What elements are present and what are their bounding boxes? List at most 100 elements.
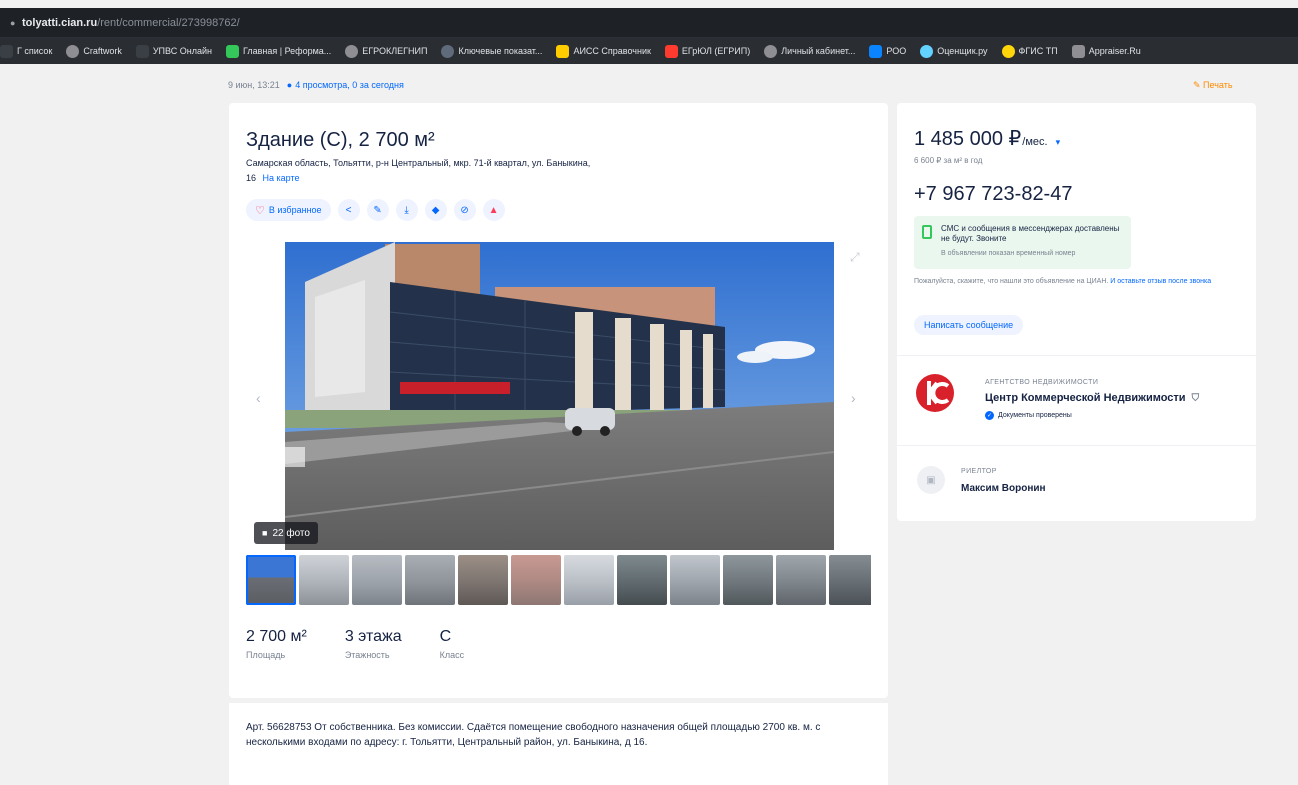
- pin-icon: ◆: [431, 204, 440, 216]
- photo-thumbnail[interactable]: [511, 555, 561, 605]
- sms-notice-subtext: В объявлении показан временный номер: [941, 250, 1076, 257]
- main-photo[interactable]: [285, 242, 834, 550]
- divider: [897, 445, 1256, 446]
- photo-thumbnail[interactable]: [776, 555, 826, 605]
- prev-photo-icon[interactable]: ‹: [256, 390, 261, 406]
- expand-icon[interactable]: ⤢: [850, 250, 860, 265]
- views-link[interactable]: 4 просмотра, 0 за сегодня: [295, 80, 404, 90]
- agency-logo[interactable]: [915, 373, 955, 413]
- bookmark-icon: [135, 44, 149, 58]
- edit-icon: ✎: [373, 204, 382, 216]
- bookmark-item[interactable]: ЕГрЮЛ (ЕГРИП): [664, 44, 750, 58]
- bookmark-icon: [441, 44, 455, 58]
- bookmark-item[interactable]: ФГИС ТП: [1001, 44, 1058, 58]
- fact-value: 3 этажа: [344, 628, 402, 645]
- fact-label: Этажность: [344, 650, 390, 660]
- bookmark-icon: [664, 44, 678, 58]
- report-icon: ▲: [488, 204, 499, 216]
- share-button[interactable]: <: [337, 199, 360, 221]
- bookmark-item[interactable]: Г список: [0, 44, 52, 58]
- url-path: /rent/commercial/273998762/: [97, 17, 240, 29]
- camera-icon: ■: [262, 528, 268, 538]
- write-message-button[interactable]: Написать сообщение: [914, 315, 1024, 335]
- bookmark-item[interactable]: Appraiser.Ru: [1071, 44, 1141, 58]
- browser-toolbar: ● tolyatti.cian.ru /rent/commercial/2739…: [0, 8, 1298, 38]
- url-host: tolyatti.cian.ru: [22, 17, 98, 29]
- bookmark-icon: [1001, 44, 1015, 58]
- bookmark-icon: [1071, 44, 1085, 58]
- listing-actions: ♡ В избранное < ✎ ⤓ ◆ ⊘ ▲: [246, 199, 505, 221]
- photo-thumbnail[interactable]: [352, 555, 402, 605]
- photo-thumbnail[interactable]: [670, 555, 720, 605]
- photo-thumbnail[interactable]: [299, 555, 349, 605]
- edit-button[interactable]: ✎: [366, 199, 389, 221]
- realtor-name[interactable]: Максим Воронин: [961, 483, 1046, 494]
- bookmark-item[interactable]: Личный кабинет...: [764, 44, 855, 58]
- bookmark-icon: [920, 44, 934, 58]
- address-house-line: 16 На карте: [246, 173, 300, 183]
- contact-card: 1 485 000 ₽ /мес. ▾ 6 600 ₽ за м² в год …: [897, 103, 1256, 521]
- photo-thumbnail[interactable]: [405, 555, 455, 605]
- fact-label: Площадь: [246, 650, 286, 660]
- print-link[interactable]: ✎ Печать: [1193, 80, 1233, 91]
- bookmark-item[interactable]: Главная | Реформа...: [225, 44, 331, 58]
- published-date: 9 июн, 13:21: [228, 80, 280, 90]
- bookmark-icon: [869, 44, 883, 58]
- fact-label: Класс: [439, 650, 465, 660]
- agency-name[interactable]: Центр Коммерческой Недвижимости ⛉: [985, 392, 1199, 404]
- shield-icon: ⛉: [1191, 393, 1200, 404]
- hide-button[interactable]: ⊘: [453, 199, 476, 221]
- download-icon: ⤓: [404, 204, 409, 216]
- check-icon: ✓: [985, 411, 994, 420]
- download-button[interactable]: ⤓: [395, 199, 418, 221]
- bookmark-item[interactable]: РОО: [869, 44, 906, 58]
- fact-area: 2 700 м² Площадь: [246, 628, 307, 660]
- favorite-button[interactable]: ♡ В избранное: [246, 199, 331, 221]
- bookmark-item[interactable]: АИСС Справочник: [556, 44, 651, 58]
- realtor-avatar: ▣: [917, 466, 945, 494]
- price-per-m2: 6 600 ₽ за м² в год: [914, 156, 983, 165]
- address-house: 16: [246, 173, 257, 183]
- listing-card: Здание (С), 2 700 м² Самарская область, …: [229, 103, 888, 698]
- bookmark-item[interactable]: Оценщик.ру: [920, 44, 988, 58]
- review-link[interactable]: И оставьте отзыв после звонка: [1110, 278, 1211, 285]
- hide-icon: ⊘: [460, 204, 469, 216]
- photo-count-badge[interactable]: ■ 22 фото: [254, 522, 318, 544]
- address-bar[interactable]: ● tolyatti.cian.ru /rent/commercial/2739…: [10, 14, 240, 32]
- bookmark-item[interactable]: Craftwork: [66, 44, 122, 58]
- map-link[interactable]: На карте: [263, 173, 300, 183]
- bookmark-icon: [345, 44, 359, 58]
- listing-meta: 9 июн, 13:21 ● 4 просмотра, 0 за сегодня: [228, 80, 404, 90]
- price-value: 1 485 000 ₽: [914, 128, 1022, 150]
- fact-class: С Класс: [440, 628, 465, 660]
- agency-kind: АГЕНТСТВО НЕДВИЖИМОСТИ: [985, 379, 1099, 386]
- report-button[interactable]: ▲: [482, 199, 505, 221]
- chevron-down-icon[interactable]: ▾: [1056, 137, 1061, 148]
- bookmark-item[interactable]: ЕГРОКЛЕГНИП: [345, 44, 427, 58]
- description-card: Арт. 56628753 От собственника. Без комис…: [229, 703, 888, 785]
- listing-facts: 2 700 м² Площадь 3 этажа Этажность С Кла…: [246, 628, 502, 660]
- photo-thumbnail[interactable]: [829, 555, 871, 605]
- phone-icon: [922, 225, 932, 239]
- briefcase-icon: ▣: [926, 474, 936, 486]
- photo-thumbnail[interactable]: [458, 555, 508, 605]
- listing-description: Арт. 56628753 От собственника. Без комис…: [246, 722, 821, 748]
- photo-thumbnail[interactable]: [723, 555, 773, 605]
- bookmark-item[interactable]: Ключевые показат...: [441, 44, 542, 58]
- listing-address: Самарская область, Тольятти, р-н Централ…: [246, 158, 591, 168]
- next-photo-icon[interactable]: ›: [851, 390, 856, 406]
- agency-verified: ✓ Документы проверены: [985, 411, 1072, 420]
- bookmark-icon: [556, 44, 570, 58]
- bookmark-item[interactable]: УПВС Онлайн: [135, 44, 212, 58]
- photo-thumbnail[interactable]: [617, 555, 667, 605]
- photo-thumbnail[interactable]: [246, 555, 296, 605]
- phone-number[interactable]: +7 967 723-82-47: [914, 183, 1072, 206]
- fact-floors: 3 этажа Этажность: [345, 628, 402, 660]
- call-note: Пожалуйста, скажите, что нашли это объяв…: [914, 277, 1244, 287]
- fact-value: 2 700 м²: [246, 628, 307, 645]
- pin-button[interactable]: ◆: [424, 199, 447, 221]
- photo-thumbnail[interactable]: [564, 555, 614, 605]
- bookmark-icon: [66, 44, 80, 58]
- bookmarks-bar: Г список Craftwork УПВС Онлайн Главная |…: [0, 38, 1298, 64]
- bookmark-icon: [0, 44, 13, 58]
